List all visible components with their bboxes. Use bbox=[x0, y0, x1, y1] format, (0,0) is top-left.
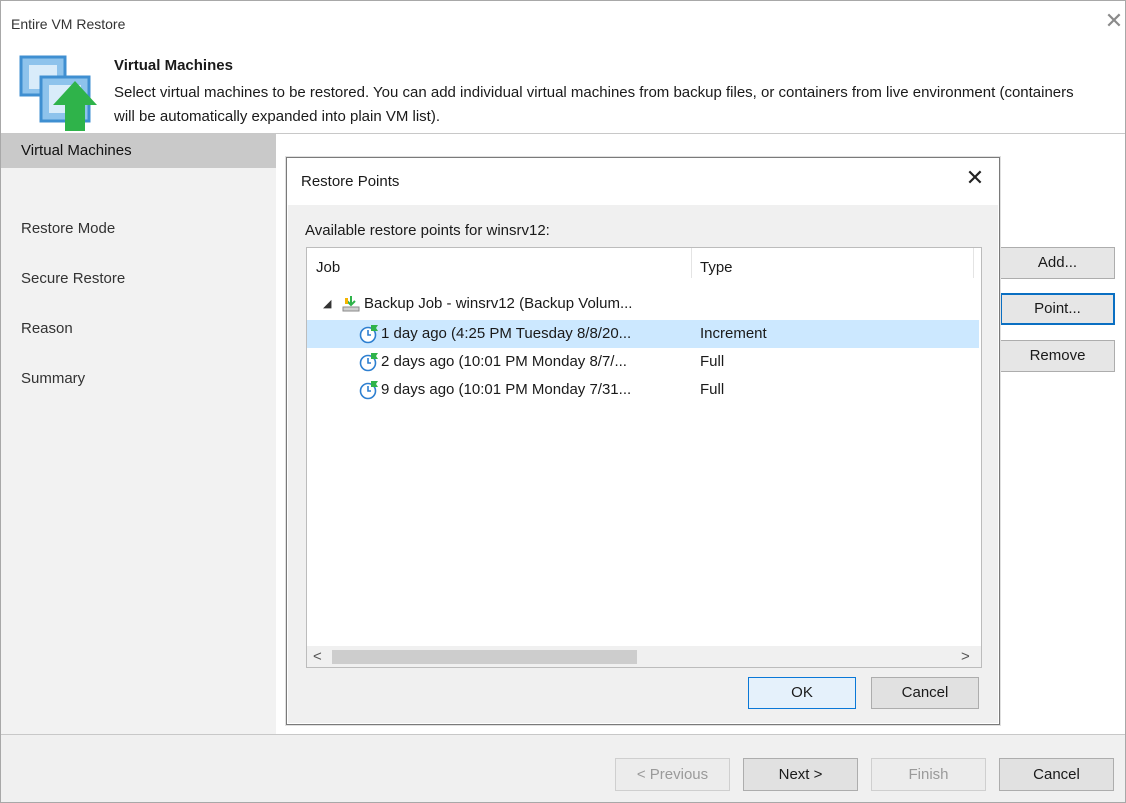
wizard-window: Entire VM Restore ✕ Virtual Machines Sel… bbox=[0, 0, 1126, 803]
page-title: Virtual Machines bbox=[114, 57, 233, 74]
tree-row-restore-point[interactable]: 1 day ago (4:25 PM Tuesday 8/8/20... Inc… bbox=[307, 320, 979, 348]
scroll-right-icon[interactable]: > bbox=[961, 647, 970, 667]
column-header-job[interactable]: Job bbox=[316, 259, 340, 276]
restore-point-type: Full bbox=[700, 353, 725, 370]
restore-point-label: 2 days ago (10:01 PM Monday 8/7/... bbox=[381, 353, 627, 370]
dialog-title: Restore Points bbox=[301, 173, 400, 190]
ok-button[interactable]: OK bbox=[748, 677, 856, 709]
column-divider bbox=[691, 248, 692, 278]
dialog-cancel-button[interactable]: Cancel bbox=[871, 677, 979, 709]
sidebar-item-virtual-machines[interactable]: Virtual Machines bbox=[1, 134, 276, 168]
remove-button[interactable]: Remove bbox=[1000, 340, 1115, 372]
previous-button[interactable]: < Previous bbox=[615, 758, 730, 791]
dialog-body: Available restore points for winsrv12: J… bbox=[288, 205, 998, 723]
vm-restore-icon bbox=[19, 53, 99, 133]
finish-button[interactable]: Finish bbox=[871, 758, 986, 791]
column-header-type[interactable]: Type bbox=[700, 259, 733, 276]
close-icon[interactable]: ✕ bbox=[1104, 10, 1124, 32]
dialog-close-icon[interactable]: ✕ bbox=[964, 167, 986, 189]
tree-row-job[interactable]: ◢ Backup Job - winsrv12 (Backup Volum... bbox=[307, 290, 979, 318]
collapse-triangle-icon[interactable]: ◢ bbox=[323, 290, 331, 318]
point-button[interactable]: Point... bbox=[1000, 293, 1115, 325]
sidebar-item-summary[interactable]: Summary bbox=[1, 362, 276, 396]
window-title: Entire VM Restore bbox=[11, 16, 126, 32]
tree-row-restore-point[interactable]: 9 days ago (10:01 PM Monday 7/31... Full bbox=[307, 376, 979, 404]
restore-point-type: Increment bbox=[700, 325, 767, 342]
restore-point-clock-icon bbox=[359, 380, 379, 400]
restore-point-label: 1 day ago (4:25 PM Tuesday 8/8/20... bbox=[381, 325, 632, 342]
backup-job-icon bbox=[341, 295, 361, 313]
restore-point-clock-icon bbox=[359, 352, 379, 372]
column-divider bbox=[973, 248, 974, 278]
job-name: Backup Job - winsrv12 (Backup Volum... bbox=[364, 295, 633, 312]
horizontal-scrollbar[interactable]: < > bbox=[307, 646, 981, 667]
scrollbar-thumb[interactable] bbox=[332, 650, 637, 664]
wizard-steps-sidebar: Virtual Machines Restore Mode Secure Res… bbox=[1, 134, 276, 734]
restore-point-clock-icon bbox=[359, 324, 379, 344]
tree-row-restore-point[interactable]: 2 days ago (10:01 PM Monday 8/7/... Full bbox=[307, 348, 979, 376]
next-button[interactable]: Next > bbox=[743, 758, 858, 791]
sidebar-item-restore-mode[interactable]: Restore Mode bbox=[1, 212, 276, 246]
restore-points-tree[interactable]: Job Type ◢ Backup Job - winsrv12 (Backup… bbox=[306, 247, 982, 668]
scroll-left-icon[interactable]: < bbox=[313, 647, 322, 667]
page-description: Select virtual machines to be restored. … bbox=[114, 84, 1074, 125]
cancel-button[interactable]: Cancel bbox=[999, 758, 1114, 791]
sidebar-item-reason[interactable]: Reason bbox=[1, 312, 276, 346]
sidebar-item-secure-restore[interactable]: Secure Restore bbox=[1, 262, 276, 296]
add-button[interactable]: Add... bbox=[1000, 247, 1115, 279]
restore-point-label: 9 days ago (10:01 PM Monday 7/31... bbox=[381, 381, 632, 398]
available-points-label: Available restore points for winsrv12: bbox=[305, 222, 550, 239]
restore-point-type: Full bbox=[700, 381, 725, 398]
restore-points-dialog: Restore Points ✕ Available restore point… bbox=[286, 157, 1000, 725]
